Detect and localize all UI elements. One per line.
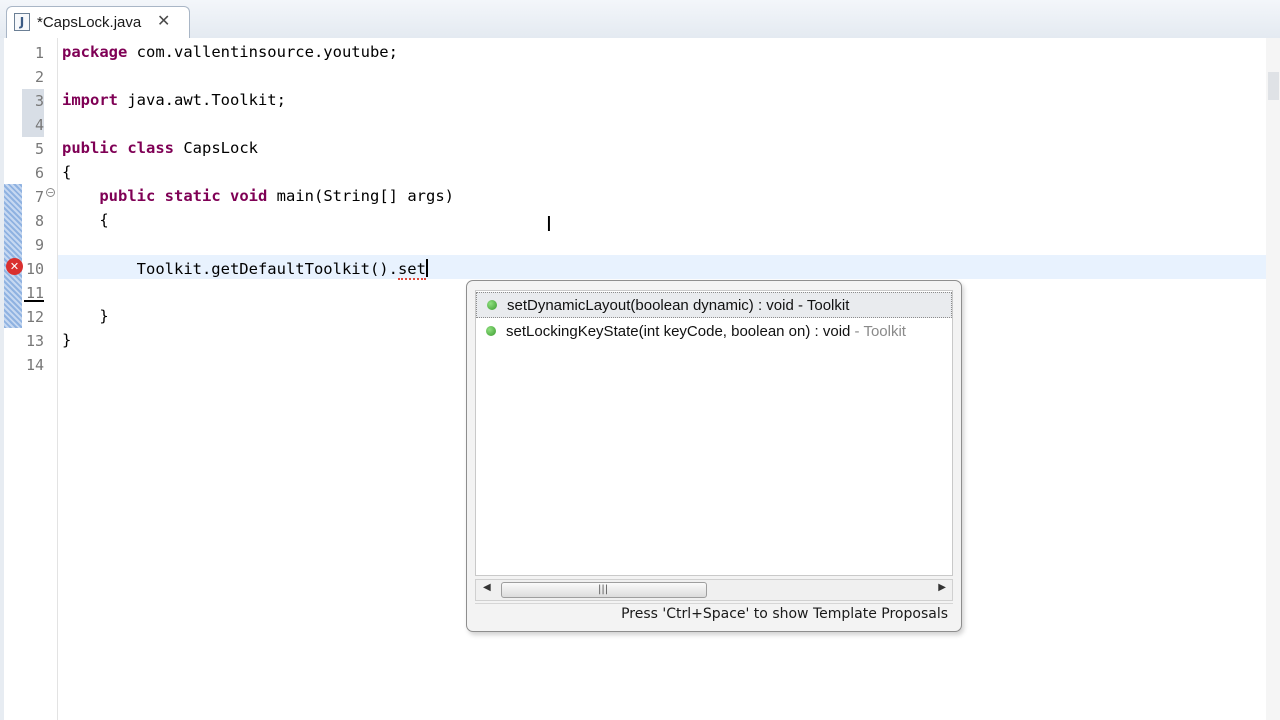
line-number: 2: [34, 68, 44, 86]
code-line[interactable]: Toolkit.getDefaultToolkit().set: [62, 259, 428, 280]
keyword-token: static: [164, 187, 221, 205]
code-token: main(String[] args): [267, 187, 454, 205]
overview-ruler[interactable]: [1266, 38, 1280, 720]
code-token: {: [62, 163, 72, 181]
code-line[interactable]: public class CapsLock: [62, 139, 258, 157]
line-number: 14: [25, 356, 44, 374]
scroll-right-icon[interactable]: ▶: [938, 582, 946, 593]
template-proposals-hint: Press 'Ctrl+Space' to show Template Prop…: [621, 606, 948, 622]
proposal-text: setLockingKeyState(int keyCode, boolean …: [506, 323, 906, 340]
scrollbar-thumb[interactable]: |||: [501, 582, 707, 598]
line-number: 10: [25, 260, 44, 278]
proposal-signature: setDynamicLayout(boolean dynamic) : void…: [507, 297, 850, 314]
proposal-text: setDynamicLayout(boolean dynamic) : void…: [507, 297, 849, 314]
line-marker: [24, 300, 44, 302]
keyword-token: void: [230, 187, 268, 205]
tab-title: *CapsLock.java: [37, 14, 142, 31]
keyword-token: import: [62, 91, 118, 109]
code-line[interactable]: {: [62, 211, 109, 229]
code-token: }: [62, 331, 72, 349]
line-number: 9: [34, 236, 44, 254]
line-number: 12: [25, 308, 44, 326]
proposal-signature: setLockingKeyState(int keyCode, boolean …: [506, 323, 855, 340]
annotation-ruler: [4, 38, 22, 720]
proposal-item[interactable]: setDynamicLayout(boolean dynamic) : void…: [476, 292, 952, 318]
assist-status-bar: Press 'Ctrl+Space' to show Template Prop…: [475, 603, 953, 625]
content-assist-popup: setDynamicLayout(boolean dynamic) : void…: [466, 280, 962, 632]
line-number: 4: [34, 116, 44, 134]
line-number: 3: [34, 92, 44, 110]
keyword-token: public: [99, 187, 156, 205]
tab-capslock-java[interactable]: J *CapsLock.java ✕: [6, 6, 190, 38]
quick-diff-change-bar: [4, 184, 22, 328]
code-token: }: [62, 307, 109, 325]
public-method-icon: [487, 300, 497, 310]
code-line[interactable]: {: [62, 163, 71, 181]
line-number: 1: [34, 44, 44, 62]
keyword-token: public: [62, 139, 118, 157]
close-icon[interactable]: ✕: [157, 11, 170, 30]
line-number: 13: [25, 332, 44, 350]
horizontal-scrollbar[interactable]: ◀ ||| ▶: [475, 579, 953, 601]
collapse-icon[interactable]: −: [46, 188, 55, 197]
code-token: Toolkit.getDefaultToolkit().: [62, 260, 398, 278]
code-line[interactable]: }: [62, 331, 71, 349]
code-line[interactable]: public static void main(String[] args): [62, 187, 454, 205]
error-icon[interactable]: ✕: [6, 258, 23, 275]
code-token: {: [62, 211, 109, 229]
line-number: 7: [34, 188, 44, 206]
overview-ruler-mark[interactable]: [1268, 72, 1279, 100]
code-token: java.awt.Toolkit;: [118, 91, 286, 109]
code-token: CapsLock: [174, 139, 259, 157]
proposal-owner: - Toolkit: [854, 323, 906, 340]
proposal-item[interactable]: setLockingKeyState(int keyCode, boolean …: [476, 319, 952, 345]
line-number: 8: [34, 212, 44, 230]
proposal-list[interactable]: setDynamicLayout(boolean dynamic) : void…: [475, 290, 953, 576]
code-line[interactable]: }: [62, 307, 109, 325]
text-caret: [425, 259, 428, 277]
line-number: 6: [34, 164, 44, 182]
code-line[interactable]: import java.awt.Toolkit;: [62, 91, 286, 109]
code-token: com.vallentinsource.youtube;: [127, 43, 398, 61]
gutter-divider: [57, 38, 58, 720]
line-number: 5: [34, 140, 44, 158]
ibeam-cursor-icon: I: [546, 212, 552, 236]
error-token: set: [397, 260, 426, 280]
keyword-token: package: [62, 43, 128, 61]
scroll-left-icon[interactable]: ◀: [483, 582, 491, 593]
java-file-icon: J: [14, 13, 30, 31]
code-line[interactable]: package com.vallentinsource.youtube;: [62, 43, 398, 61]
grip-icon: |||: [598, 584, 609, 595]
keyword-token: class: [127, 139, 175, 157]
editor-tab-bar: J *CapsLock.java ✕: [0, 0, 1280, 39]
public-method-icon: [486, 326, 496, 336]
